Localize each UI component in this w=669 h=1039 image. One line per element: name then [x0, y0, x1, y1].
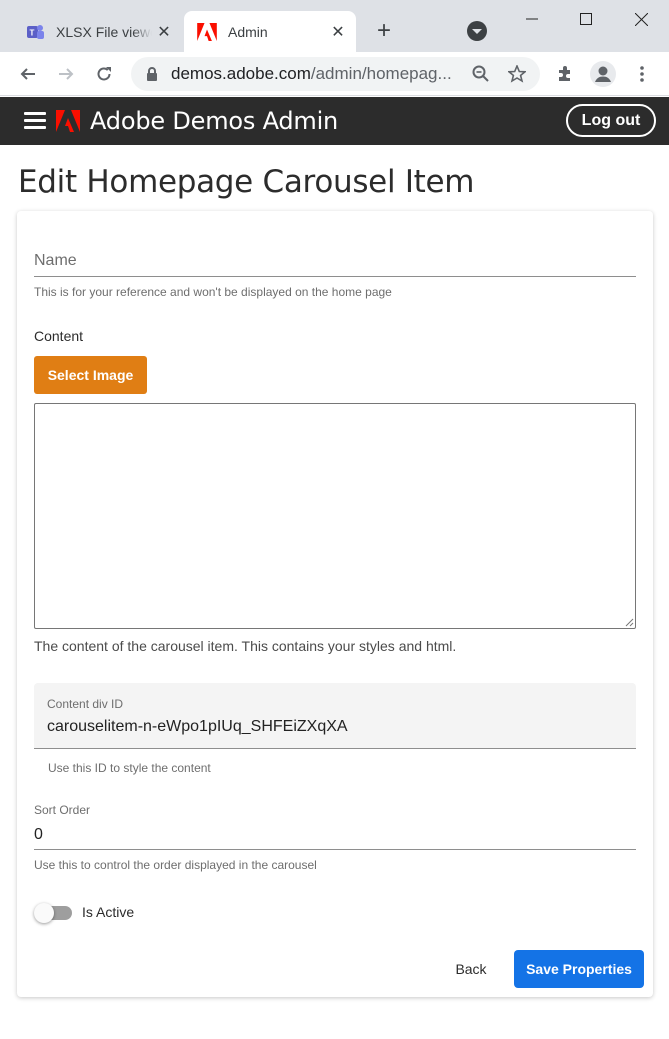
- hamburger-menu-icon[interactable]: [24, 112, 46, 130]
- close-window-icon[interactable]: [626, 6, 656, 32]
- sort-order-underline: [34, 849, 636, 850]
- page-title: Edit Homepage Carousel Item: [18, 164, 475, 200]
- toggle-thumb: [34, 903, 54, 923]
- extensions-icon[interactable]: [551, 60, 579, 88]
- back-button[interactable]: Back: [443, 950, 499, 988]
- close-tab-icon[interactable]: ✕: [152, 20, 176, 44]
- sort-order-helper: Use this to control the order displayed …: [34, 858, 317, 872]
- name-input-underline: [34, 276, 636, 277]
- edit-form-card: Name This is for your reference and won'…: [17, 211, 653, 997]
- resize-grip-icon[interactable]: [624, 617, 634, 627]
- tab-search-icon[interactable]: [467, 21, 487, 41]
- url-host: demos.adobe.com: [171, 64, 311, 83]
- browser-toolbar: demos.adobe.com/admin/homepag...: [0, 52, 669, 96]
- profile-avatar-icon[interactable]: [589, 60, 617, 88]
- is-active-label: Is Active: [82, 904, 135, 920]
- logout-button[interactable]: Log out: [566, 104, 656, 137]
- name-input[interactable]: Name: [34, 252, 77, 270]
- select-image-button[interactable]: Select Image: [34, 356, 147, 394]
- minimize-icon[interactable]: [517, 6, 547, 32]
- adobe-icon: [196, 21, 218, 43]
- tab-label: Admin: [228, 23, 268, 40]
- lock-icon: [145, 66, 161, 82]
- adobe-logo-icon: [56, 110, 80, 132]
- new-tab-icon[interactable]: +: [370, 18, 398, 46]
- tab-admin[interactable]: Admin ✕: [184, 11, 356, 52]
- is-active-toggle[interactable]: [34, 903, 74, 923]
- app-header: Adobe Demos Admin Log out: [0, 97, 669, 145]
- browser-tab-strip: T XLSX File viewer ✕ Admin ✕ +: [0, 0, 669, 52]
- content-div-id-helper: Use this ID to style the content: [48, 761, 211, 775]
- teams-icon: T: [24, 21, 46, 43]
- sort-order-label: Sort Order: [34, 803, 91, 817]
- maximize-icon[interactable]: [571, 6, 601, 32]
- tab-label: XLSX File viewer: [56, 23, 152, 40]
- close-tab-icon[interactable]: ✕: [326, 20, 350, 44]
- sort-order-input[interactable]: 0: [34, 826, 43, 844]
- url-text: demos.adobe.com/admin/homepag...: [171, 64, 471, 84]
- content-textarea[interactable]: [34, 403, 636, 629]
- address-bar[interactable]: demos.adobe.com/admin/homepag...: [131, 57, 540, 91]
- save-properties-button[interactable]: Save Properties: [514, 950, 644, 988]
- name-helper-text: This is for your reference and won't be …: [34, 285, 392, 299]
- tab-xlsx-viewer[interactable]: T XLSX File viewer ✕: [12, 11, 182, 52]
- back-arrow-icon[interactable]: [14, 60, 42, 88]
- content-div-id-value: carouselitem-n-eWpo1pIUq_SHFEiZXqXA: [47, 718, 348, 735]
- browser-menu-icon[interactable]: [628, 60, 656, 88]
- content-label: Content: [34, 328, 84, 344]
- zoom-icon[interactable]: [467, 60, 495, 88]
- app-title: Adobe Demos Admin: [90, 107, 339, 135]
- forward-arrow-icon[interactable]: [52, 60, 80, 88]
- url-path: /admin/homepag...: [310, 64, 452, 83]
- content-helper-text: The content of the carousel item. This c…: [34, 638, 457, 654]
- bookmark-star-icon[interactable]: [503, 60, 531, 88]
- content-div-id-label: Content div ID: [47, 697, 124, 711]
- content-div-id-field[interactable]: Content div ID carouselitem-n-eWpo1pIUq_…: [34, 683, 636, 749]
- svg-text:T: T: [30, 28, 35, 37]
- reload-icon[interactable]: [90, 60, 118, 88]
